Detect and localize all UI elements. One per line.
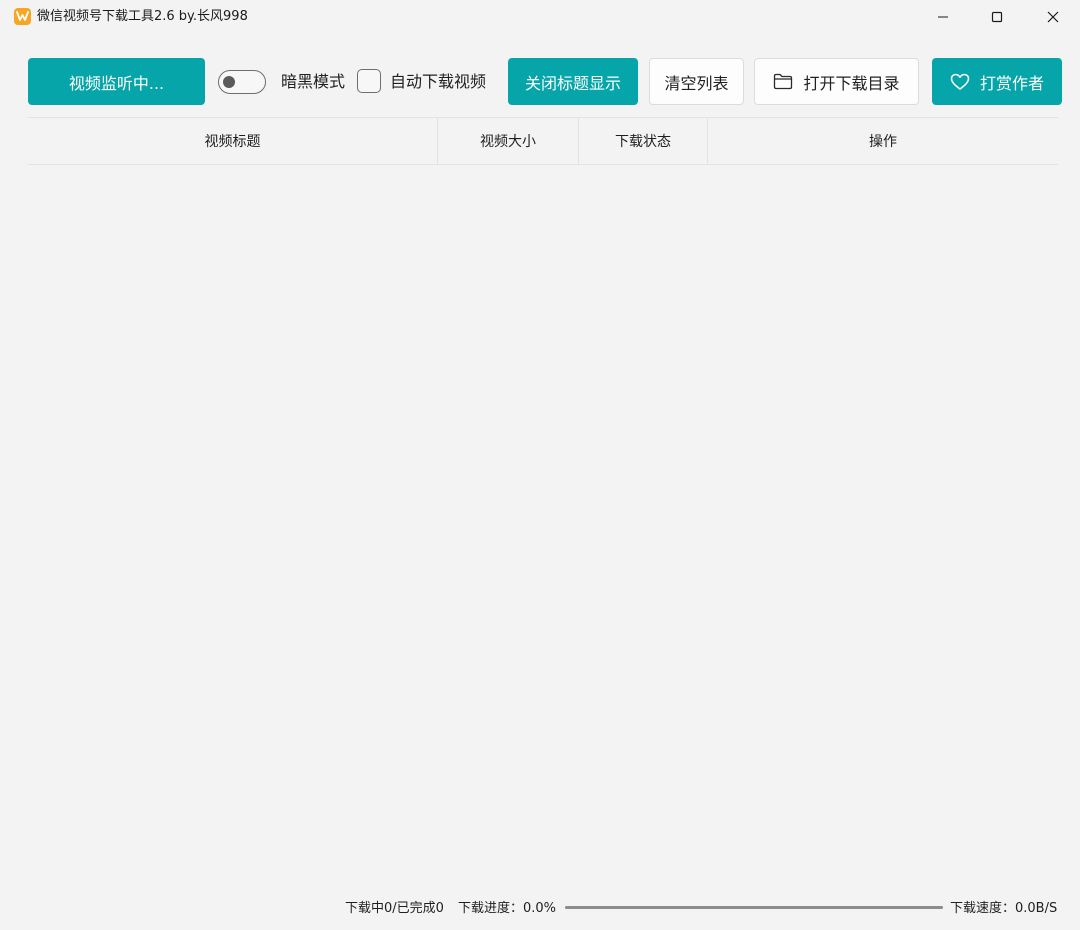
open-download-dir-label: 打开下载目录 xyxy=(803,73,900,93)
download-progress-bar xyxy=(565,906,943,909)
hide-title-button[interactable]: 关闭标题显示 xyxy=(508,58,638,105)
video-table-body xyxy=(28,165,1058,885)
title-bar[interactable]: 微信视频号下载工具2.6 by.长风998 xyxy=(0,0,1080,36)
donate-button[interactable]: 打赏作者 xyxy=(932,58,1062,105)
toggle-knob xyxy=(223,75,235,88)
monitor-button-label: 视频监听中... xyxy=(68,73,165,93)
column-header-actions[interactable]: 操作 xyxy=(708,118,1058,164)
close-icon xyxy=(1047,11,1059,23)
hide-title-button-label: 关闭标题显示 xyxy=(524,73,621,93)
heart-icon xyxy=(950,73,970,91)
window-title: 微信视频号下载工具2.6 by.长风998 xyxy=(37,9,248,24)
auto-download-label: 自动下载视频 xyxy=(390,72,487,91)
minimize-button[interactable] xyxy=(916,0,970,34)
clear-list-button-label: 清空列表 xyxy=(664,73,729,93)
app-window: 微信视频号下载工具2.6 by.长风998 视频监听中... 暗黑模式 自动下载… xyxy=(0,0,1080,930)
clear-list-button[interactable]: 清空列表 xyxy=(649,58,744,105)
download-progress-label: 下载进度：0.0% xyxy=(458,901,557,916)
close-button[interactable] xyxy=(1026,0,1080,34)
download-counts: 下载中0/已完成0 xyxy=(345,901,444,916)
maximize-icon xyxy=(991,11,1003,23)
dark-mode-toggle[interactable] xyxy=(218,70,266,94)
minimize-icon xyxy=(938,16,948,18)
column-header-title[interactable]: 视频标题 xyxy=(28,118,438,164)
monitor-button[interactable]: 视频监听中... xyxy=(28,58,205,105)
dark-mode-label: 暗黑模式 xyxy=(281,72,346,91)
column-header-size[interactable]: 视频大小 xyxy=(438,118,579,164)
column-header-status[interactable]: 下载状态 xyxy=(579,118,708,164)
video-table-header: 视频标题 视频大小 下载状态 操作 xyxy=(28,117,1058,165)
folder-icon xyxy=(773,73,793,90)
auto-download-checkbox[interactable] xyxy=(357,69,381,93)
download-speed: 下载速度：0.0B/S xyxy=(950,901,1058,916)
open-download-dir-button[interactable]: 打开下载目录 xyxy=(754,58,919,105)
donate-button-label: 打赏作者 xyxy=(979,73,1044,93)
maximize-button[interactable] xyxy=(970,0,1024,34)
app-logo-icon xyxy=(14,8,31,25)
